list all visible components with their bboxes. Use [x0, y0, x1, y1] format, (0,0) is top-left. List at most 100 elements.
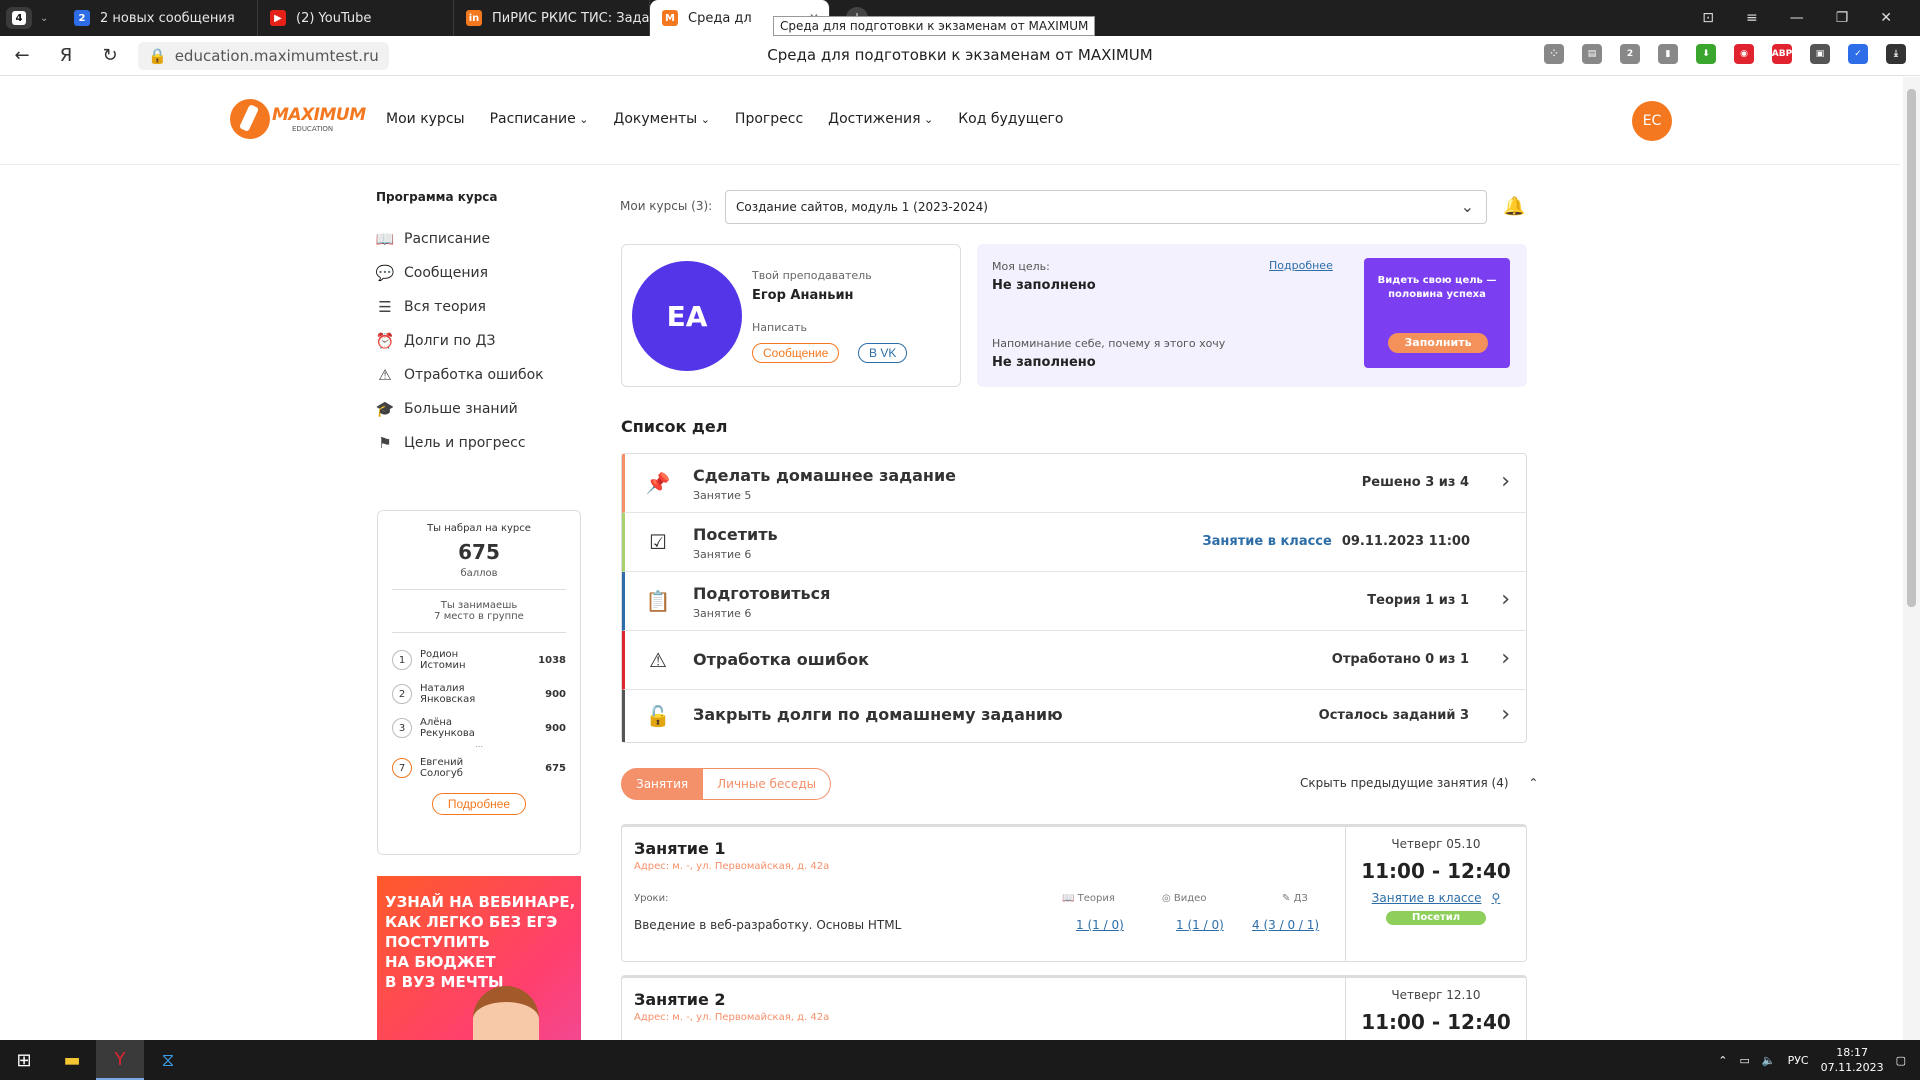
- promo-line: поступить: [385, 933, 490, 951]
- sidebar-item-goal[interactable]: ⚑ Цель и прогресс: [376, 426, 544, 460]
- chevron-right-icon[interactable]: ›: [1501, 587, 1510, 612]
- class-link[interactable]: Занятие в классе: [1372, 891, 1482, 905]
- network-icon[interactable]: ▭: [1739, 1054, 1749, 1067]
- profile-sync-icon[interactable]: ✓: [1848, 44, 1868, 64]
- hide-previous-toggle[interactable]: Скрыть предыдущие занятия (4) ⌃: [1300, 776, 1538, 790]
- todo-debts[interactable]: 🔓 Закрыть долги по домашнему заданию Ост…: [622, 690, 1526, 742]
- extensions-icon[interactable]: ▣: [1810, 44, 1830, 64]
- class-link[interactable]: Занятие в классе: [1202, 534, 1331, 549]
- protect-icon[interactable]: ◉: [1734, 44, 1754, 64]
- volume-icon[interactable]: 🔈: [1762, 1054, 1776, 1067]
- teacher-avatar: ЕА: [632, 261, 742, 371]
- message-teacher-button[interactable]: Сообщение: [752, 343, 840, 363]
- theory-link[interactable]: 1 (1 / 0): [1076, 918, 1124, 932]
- sidebar-item-messages[interactable]: 💬 Сообщения: [376, 256, 544, 290]
- sidebar-item-theory[interactable]: ☰ Вся теория: [376, 290, 544, 324]
- tab-personal-talks[interactable]: Личные беседы: [703, 768, 832, 800]
- collections-icon[interactable]: ⊡: [1702, 10, 1714, 26]
- tab-counter[interactable]: 4 ⌄: [0, 0, 62, 36]
- score-details-button[interactable]: Подробнее: [432, 793, 526, 815]
- todo-attend[interactable]: ☑ Посетить Занятие 6 Занятие в классе 09.…: [622, 513, 1526, 572]
- extension-grid-icon[interactable]: ⁘: [1544, 44, 1564, 64]
- bookmark-icon[interactable]: ▮: [1658, 44, 1678, 64]
- maximum-logo[interactable]: MAXIMUM EDUCATION: [230, 99, 366, 139]
- browser-tab-messages[interactable]: 2 2 новых сообщения: [62, 0, 258, 36]
- todo-prepare[interactable]: 📋 Подготовиться Занятие 6 Теория 1 из 1 …: [622, 572, 1526, 631]
- todo-title-text: Сделать домашнее задание: [693, 466, 957, 485]
- restore-button[interactable]: ❐: [1836, 10, 1849, 26]
- nav-progress[interactable]: Прогресс: [735, 111, 803, 127]
- user-avatar[interactable]: ЕС: [1632, 101, 1672, 141]
- tabs-badge-icon[interactable]: 2: [1620, 44, 1640, 64]
- scrollbar-thumb[interactable]: [1907, 89, 1916, 607]
- clock[interactable]: 18:17 07.11.2023: [1821, 1045, 1884, 1075]
- url-field[interactable]: 🔒 education.maximumtest.ru: [138, 41, 389, 70]
- windows-start-icon[interactable]: ⊞: [0, 1040, 48, 1080]
- keyboard-language[interactable]: РУС: [1788, 1054, 1809, 1067]
- rank-first-name: Родион: [420, 649, 459, 660]
- notifications-icon[interactable]: ▢: [1896, 1054, 1906, 1067]
- checkbox-icon: ☑: [649, 530, 667, 554]
- video-col-label: Видео: [1173, 893, 1207, 904]
- chevron-right-icon[interactable]: ›: [1501, 646, 1510, 671]
- webinar-promo-banner[interactable]: Узнай на вебинаре, как легко без ЕГЭ пос…: [377, 876, 581, 1040]
- course-select[interactable]: Создание сайтов, модуль 1 (2023-2024) ⌄: [725, 190, 1487, 224]
- menu-icon[interactable]: ≡: [1746, 10, 1758, 26]
- sidebar-item-more-knowledge[interactable]: 🎓 Больше знаний: [376, 392, 544, 426]
- rank-last-name: Истомин: [420, 660, 466, 671]
- tray-chevron-icon[interactable]: ⌃: [1718, 1054, 1727, 1067]
- reload-icon[interactable]: ↻: [88, 45, 132, 66]
- ranking-row: 2 Наталия Янковская 900: [378, 677, 580, 711]
- reader-icon[interactable]: ▤: [1582, 44, 1602, 64]
- browser-tab-piris[interactable]: in ПиРИС РКИС ТИС: Задан: [454, 0, 650, 36]
- nav-documents[interactable]: Документы: [613, 111, 710, 127]
- downloads-icon[interactable]: ⤓: [1886, 44, 1906, 64]
- yandex-icon[interactable]: Я: [44, 45, 88, 66]
- page-scrollbar[interactable]: [1903, 77, 1920, 1040]
- teacher-card: ЕА Твой преподаватель Егор Ананьин Напис…: [621, 244, 961, 387]
- todo-homework[interactable]: 📌 Сделать домашнее задание Занятие 5 Реш…: [622, 454, 1526, 513]
- back-arrow-icon[interactable]: ←: [0, 45, 44, 66]
- chevron-right-icon[interactable]: ›: [1501, 702, 1510, 727]
- vk-teacher-button[interactable]: В VK: [858, 343, 908, 363]
- browser-tab-youtube[interactable]: ▶ (2) YouTube: [258, 0, 454, 36]
- rank-points: 900: [545, 688, 566, 700]
- yandex-browser-icon[interactable]: Y: [96, 1040, 144, 1080]
- adblock-icon[interactable]: ABP: [1772, 44, 1792, 64]
- course-select-value: Создание сайтов, модуль 1 (2023-2024): [736, 200, 988, 214]
- pin-icon: 📌: [645, 471, 671, 495]
- chevron-down-icon[interactable]: ⌄: [40, 13, 48, 24]
- video-link[interactable]: 1 (1 / 0): [1176, 918, 1224, 932]
- rank-first-name: Евгений: [420, 757, 464, 768]
- nav-schedule[interactable]: Расписание: [490, 111, 589, 127]
- book-icon: 📖: [1062, 893, 1078, 904]
- tab-lessons[interactable]: Занятия: [621, 768, 704, 800]
- vscode-icon[interactable]: ⧖: [144, 1040, 192, 1080]
- todo-title: Список дел: [621, 417, 728, 436]
- lock-icon: 🔒: [148, 46, 167, 65]
- sidebar-item-label: Расписание: [404, 231, 491, 247]
- rank-place: 2: [392, 684, 412, 704]
- nav-achievements[interactable]: Достижения: [828, 111, 933, 127]
- file-explorer-icon[interactable]: ▬: [48, 1040, 96, 1080]
- todo-mistakes[interactable]: ⚠ Отработка ошибок Отработано 0 из 1 ›: [622, 631, 1526, 690]
- minimize-button[interactable]: —: [1790, 10, 1804, 26]
- sidebar-item-mistakes[interactable]: ⚠ Отработка ошибок: [376, 358, 543, 392]
- graduation-icon: 🎓: [375, 400, 395, 418]
- nav-future-code[interactable]: Код будущего: [958, 111, 1063, 127]
- bell-icon[interactable]: 🔔: [1503, 196, 1525, 217]
- todo-sub: Занятие 5: [693, 489, 752, 502]
- clock-time: 18:17: [1836, 1046, 1868, 1059]
- homework-link[interactable]: 4 (3 / 0 / 1): [1252, 918, 1319, 932]
- download-helper-icon[interactable]: ⬇: [1696, 44, 1716, 64]
- sidebar-item-schedule[interactable]: 📖 Расписание: [376, 222, 544, 256]
- fill-goal-button[interactable]: Заполнить: [1388, 333, 1488, 353]
- nav-my-courses[interactable]: Мои курсы: [386, 111, 465, 127]
- chevron-right-icon[interactable]: ›: [1501, 469, 1510, 494]
- close-window-button[interactable]: ✕: [1880, 10, 1892, 26]
- goal-details-link[interactable]: Подробнее: [1269, 259, 1333, 272]
- todo-list: 📌 Сделать домашнее задание Занятие 5 Реш…: [621, 453, 1527, 743]
- youtube-icon: ▶: [270, 10, 286, 26]
- lesson-address: Адрес: м. -, ул. Первомайская, д. 42а: [634, 1012, 830, 1023]
- sidebar-item-hw-debts[interactable]: ⏰ Долги по ДЗ: [376, 324, 544, 358]
